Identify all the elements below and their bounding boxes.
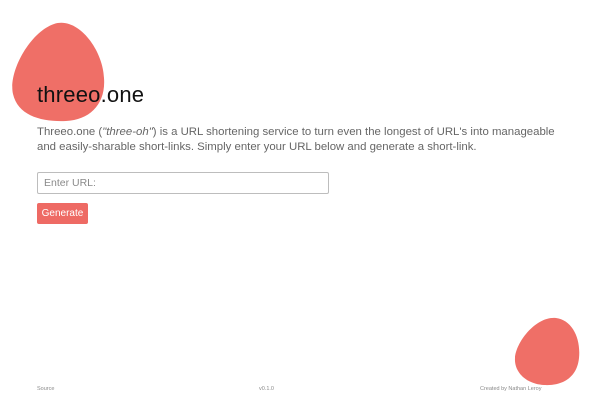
footer-credit: Created by Nathan Leroy bbox=[480, 386, 542, 392]
generate-button[interactable]: Generate bbox=[37, 203, 88, 224]
url-input[interactable] bbox=[37, 172, 329, 194]
footer-version: v0.1.0 bbox=[259, 386, 274, 392]
footer-source-link[interactable]: Source bbox=[37, 386, 54, 392]
description-lead: Threeo.one ( bbox=[37, 126, 103, 138]
decorative-blob-top bbox=[12, 22, 105, 122]
page-title: threeo.one bbox=[37, 82, 145, 107]
decorative-blob-bottom bbox=[514, 317, 580, 386]
description-pronunciation: "three-oh" bbox=[102, 126, 153, 138]
service-description: Threeo.one ("three-oh") is a URL shorten… bbox=[37, 125, 557, 155]
